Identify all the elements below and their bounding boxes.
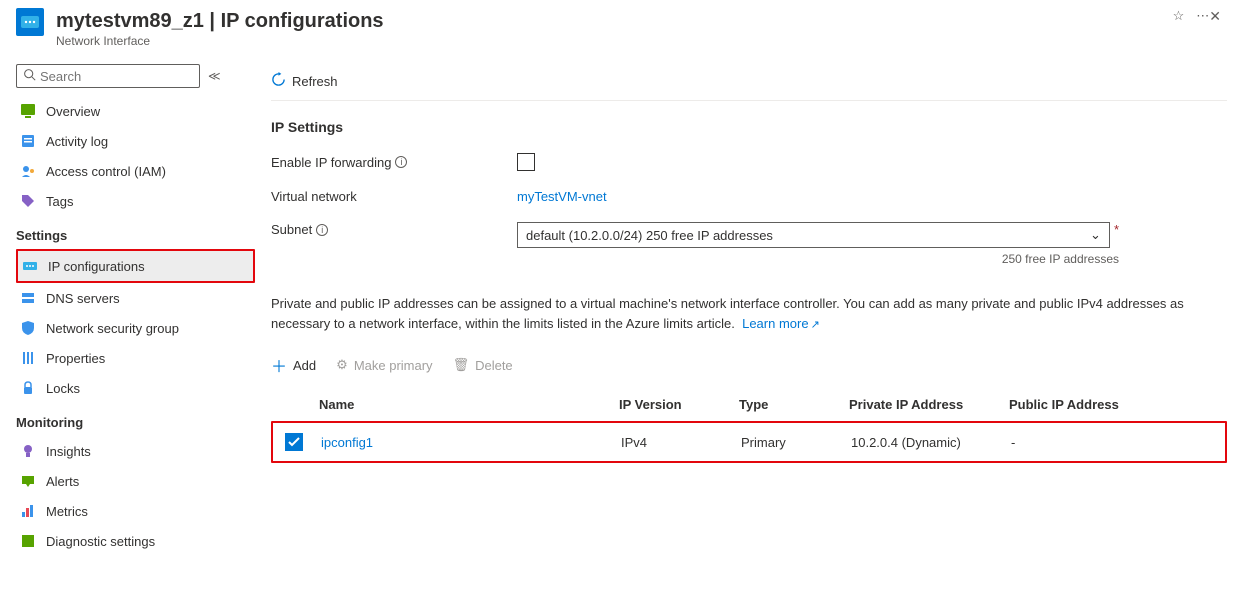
subnet-hint: 250 free IP addresses <box>517 252 1119 266</box>
sidebar-item-nsg[interactable]: Network security group <box>16 313 255 343</box>
row-public-ip: - <box>1011 435 1171 450</box>
refresh-button[interactable]: Refresh <box>271 72 338 90</box>
sidebar: ≪ Overview Activity log Access control (… <box>0 60 255 590</box>
add-button[interactable]: ＋ Add <box>271 353 316 377</box>
collapse-sidebar-icon[interactable]: ≪ <box>208 69 221 83</box>
col-private-ip: Private IP Address <box>849 397 1009 412</box>
row-ip-version: IPv4 <box>621 435 741 450</box>
metrics-icon <box>20 503 36 519</box>
row-type: Primary <box>741 435 851 450</box>
row-private-ip: 10.2.0.4 (Dynamic) <box>851 435 1011 450</box>
refresh-icon <box>271 72 286 90</box>
learn-more-link[interactable]: Learn more↗ <box>742 316 820 331</box>
sidebar-group-monitoring: Monitoring <box>16 403 255 436</box>
sidebar-group-settings: Settings <box>16 216 255 249</box>
sidebar-item-dns-servers[interactable]: DNS servers <box>16 283 255 313</box>
sidebar-item-label: IP configurations <box>48 259 145 274</box>
sidebar-item-label: Diagnostic settings <box>46 534 155 549</box>
sidebar-item-insights[interactable]: Insights <box>16 436 255 466</box>
sidebar-item-metrics[interactable]: Metrics <box>16 496 255 526</box>
search-icon <box>23 68 36 84</box>
ip-forwarding-label: Enable IP forwarding <box>271 155 391 170</box>
shield-icon <box>20 320 36 336</box>
description-text: Private and public IP addresses can be a… <box>271 294 1227 335</box>
external-link-icon: ↗ <box>811 319 820 331</box>
delete-button: 🗑 Delete <box>453 357 513 373</box>
col-name: Name <box>319 397 619 412</box>
col-public-ip: Public IP Address <box>1009 397 1169 412</box>
sidebar-item-alerts[interactable]: Alerts <box>16 466 255 496</box>
close-button[interactable]: ✕ <box>1209 8 1227 25</box>
sidebar-item-label: Alerts <box>46 474 79 489</box>
main-content: Refresh IP Settings Enable IP forwarding… <box>255 60 1243 590</box>
access-control-icon <box>20 163 36 179</box>
subnet-selected-value: default (10.2.0.0/24) 250 free IP addres… <box>526 228 773 243</box>
sidebar-item-activity-log[interactable]: Activity log <box>16 126 255 156</box>
sidebar-item-label: Locks <box>46 381 80 396</box>
plus-icon: ＋ <box>271 353 287 377</box>
sidebar-search-input[interactable] <box>40 69 193 84</box>
sidebar-item-ip-configurations[interactable]: IP configurations <box>18 251 253 281</box>
col-ip-version: IP Version <box>619 397 739 412</box>
subnet-label: Subnet <box>271 222 312 237</box>
section-title: IP Settings <box>271 119 1227 135</box>
page-title: mytestvm89_z1 | IP configurations <box>56 8 1165 34</box>
subnet-select[interactable]: default (10.2.0.0/24) 250 free IP addres… <box>517 222 1110 248</box>
sidebar-item-access-control[interactable]: Access control (IAM) <box>16 156 255 186</box>
table-row[interactable]: ipconfig1 IPv4 Primary 10.2.0.4 (Dynamic… <box>273 423 1225 461</box>
info-icon[interactable]: i <box>395 156 407 168</box>
sidebar-item-overview[interactable]: Overview <box>16 96 255 126</box>
activity-log-icon <box>20 133 36 149</box>
sidebar-item-locks[interactable]: Locks <box>16 373 255 403</box>
alerts-icon <box>20 473 36 489</box>
table-header: Name IP Version Type Private IP Address … <box>271 387 1227 423</box>
sidebar-item-label: Insights <box>46 444 91 459</box>
diagnostic-icon <box>20 533 36 549</box>
tags-icon <box>20 193 36 209</box>
required-indicator: * <box>1114 222 1119 237</box>
sidebar-item-label: Access control (IAM) <box>46 164 166 179</box>
sidebar-item-label: Metrics <box>46 504 88 519</box>
sidebar-item-properties[interactable]: Properties <box>16 343 255 373</box>
insights-icon <box>20 443 36 459</box>
chevron-down-icon: ⌄ <box>1090 227 1101 243</box>
sidebar-item-diagnostic-settings[interactable]: Diagnostic settings <box>16 526 255 556</box>
favorite-icon[interactable]: ☆ <box>1173 8 1185 24</box>
info-icon[interactable]: i <box>316 224 328 236</box>
sidebar-item-tags[interactable]: Tags <box>16 186 255 216</box>
vnet-link[interactable]: myTestVM-vnet <box>517 189 607 204</box>
row-checkbox[interactable] <box>285 433 303 451</box>
refresh-label: Refresh <box>292 74 338 89</box>
ip-forwarding-checkbox[interactable] <box>517 153 535 171</box>
overview-icon <box>20 103 36 119</box>
trash-icon: 🗑 <box>453 357 470 373</box>
ip-config-icon <box>22 258 38 274</box>
more-icon[interactable]: ⋯ <box>1196 8 1209 24</box>
sidebar-item-label: DNS servers <box>46 291 120 306</box>
sidebar-item-label: Network security group <box>46 321 179 336</box>
make-primary-button: ⚙ Make primary <box>336 357 432 373</box>
row-name-link[interactable]: ipconfig1 <box>321 435 621 450</box>
sidebar-item-label: Overview <box>46 104 100 119</box>
sidebar-search[interactable] <box>16 64 200 88</box>
sidebar-item-label: Properties <box>46 351 105 366</box>
col-type: Type <box>739 397 849 412</box>
properties-icon <box>20 350 36 366</box>
vnet-label: Virtual network <box>271 189 357 204</box>
dns-icon <box>20 290 36 306</box>
page-subtitle: Network Interface <box>56 34 1165 48</box>
lock-icon <box>20 380 36 396</box>
page-header: mytestvm89_z1 | IP configurations Networ… <box>0 0 1243 60</box>
gear-icon: ⚙ <box>336 357 348 373</box>
sidebar-item-label: Tags <box>46 194 73 209</box>
sidebar-item-label: Activity log <box>46 134 108 149</box>
resource-type-icon <box>16 8 44 36</box>
